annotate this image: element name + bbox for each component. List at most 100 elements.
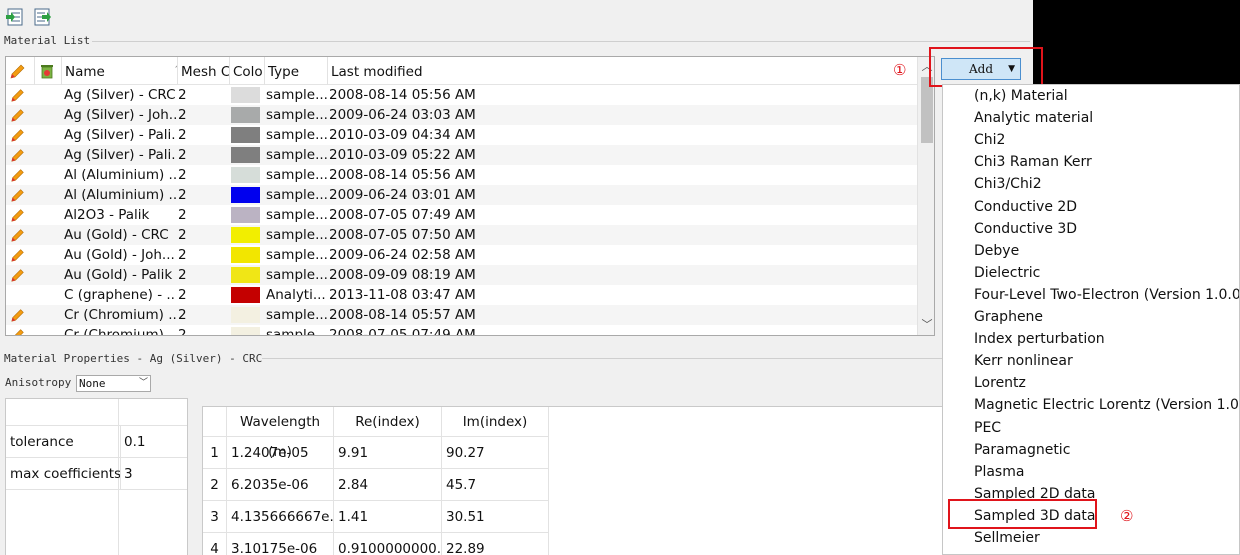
edit-material-icon[interactable] — [10, 127, 26, 143]
material-table[interactable]: Name ^ Mesh C Colo Type Last modified Ag… — [5, 56, 935, 336]
color-swatch[interactable] — [231, 327, 260, 335]
re-index-cell[interactable]: 9.91 — [334, 437, 442, 469]
mesh-order: 2 — [178, 187, 187, 203]
menu-item-chi3-raman-kerr[interactable]: Chi3 Raman Kerr — [974, 151, 1092, 173]
export-materials-icon[interactable] — [32, 7, 52, 27]
param-value[interactable]: 3 — [120, 458, 187, 490]
edit-material-icon[interactable] — [10, 307, 26, 323]
im-index-cell[interactable]: 45.7 — [442, 469, 549, 501]
scroll-down-icon[interactable]: ﹀ — [918, 317, 934, 333]
param-value[interactable]: 0.1 — [120, 426, 187, 458]
wavelength-cell[interactable]: 3.10175e-06 — [227, 533, 334, 555]
im-index-cell[interactable]: 90.27 — [442, 437, 549, 469]
param-row-tolerance[interactable]: tolerance 0.1 — [6, 426, 187, 458]
material-table-scrollbar[interactable]: ︿ ﹀ — [917, 57, 934, 335]
color-swatch[interactable] — [231, 247, 260, 263]
material-row[interactable]: Ag (Silver) - Pali... 2 sample... 2010-03-0… — [6, 145, 917, 165]
color-swatch[interactable] — [231, 87, 260, 103]
material-row[interactable]: Ag (Silver) - Joh... 2 sample... 2009-06-24… — [6, 105, 917, 125]
material-row[interactable]: Ag (Silver) - Pali... 2 sample... 2010-03-0… — [6, 125, 917, 145]
edit-material-icon[interactable] — [10, 187, 26, 203]
edit-material-icon[interactable] — [10, 227, 26, 243]
edit-column-header[interactable] — [6, 57, 35, 85]
menu-item-magnetic-electric-lorentz-version-1-0-0[interactable]: Magnetic Electric Lorentz (Version 1.0.0… — [974, 394, 1239, 416]
re-index-cell[interactable]: 1.41 — [334, 501, 442, 533]
color-swatch[interactable] — [231, 267, 260, 283]
wavelength-cell[interactable]: 1.2407e-05 — [227, 437, 334, 469]
menu-item-paramagnetic[interactable]: Paramagnetic — [974, 439, 1070, 461]
mesh-order: 2 — [178, 227, 187, 243]
add-material-menu: (n,k) Material Analytic material Chi2 Chi3 … — [942, 84, 1240, 555]
re-index-cell[interactable]: 0.9100000000... — [334, 533, 442, 555]
material-name: Cr (Chromium) ... — [64, 307, 176, 323]
material-row[interactable]: Al (Aluminium) ... 2 sample... 2008-08-14 0… — [6, 165, 917, 185]
color-swatch[interactable] — [231, 307, 260, 323]
anisotropy-label: Anisotropy — [5, 376, 72, 389]
menu-item-chi3-chi2[interactable]: Chi3/Chi2 — [974, 173, 1042, 195]
material-row[interactable]: Au (Gold) - Joh... 2 sample... 2009-06-24 0… — [6, 245, 917, 265]
menu-item-chi2[interactable]: Chi2 — [974, 129, 1005, 151]
column-header-name[interactable]: Name ^ — [62, 57, 178, 85]
material-row[interactable]: C (graphene) - ... 2 Analyti... 2013-11-08 … — [6, 285, 917, 305]
menu-item-graphene[interactable]: Graphene — [974, 306, 1043, 328]
material-row[interactable]: Al (Aluminium) ... 2 sample... 2009-06-24 0… — [6, 185, 917, 205]
material-type: sample... — [266, 207, 327, 223]
material-row[interactable]: Au (Gold) - CRC 2 sample... 2008-07-05 07:5… — [6, 225, 917, 245]
menu-item-dielectric[interactable]: Dielectric — [974, 262, 1040, 284]
menu-item-n-k-material[interactable]: (n,k) Material — [974, 85, 1068, 107]
menu-item-kerr-nonlinear[interactable]: Kerr nonlinear — [974, 350, 1073, 372]
material-row[interactable]: Al2O3 - Palik 2 sample... 2008-07-05 07:49 … — [6, 205, 917, 225]
edit-material-icon[interactable] — [10, 87, 26, 103]
im-index-cell[interactable]: 22.89 — [442, 533, 549, 555]
menu-item-four-level-two-electron-version-1-0-0[interactable]: Four-Level Two-Electron (Version 1.0.0) — [974, 284, 1239, 306]
edit-material-icon[interactable] — [10, 327, 26, 336]
chevron-down-icon: ﹀ — [138, 378, 148, 388]
delete-column-header[interactable] — [35, 57, 62, 85]
edit-material-icon[interactable] — [10, 247, 26, 263]
sampled-data-table[interactable]: Wavelength (m) Re(index) Im(index) 1 1.24… — [202, 406, 1030, 555]
wavelength-cell[interactable]: 4.135666667e... — [227, 501, 334, 533]
menu-item-plasma[interactable]: Plasma — [974, 461, 1024, 483]
color-swatch[interactable] — [231, 187, 260, 203]
wavelength-cell[interactable]: 6.2035e-06 — [227, 469, 334, 501]
color-swatch[interactable] — [231, 147, 260, 163]
column-header-re-index[interactable]: Re(index) — [334, 407, 442, 437]
material-type: sample... — [266, 307, 327, 323]
menu-item-analytic-material[interactable]: Analytic material — [974, 107, 1093, 129]
menu-item-debye[interactable]: Debye — [974, 240, 1019, 262]
param-row-max-coefficients[interactable]: max coefficients 3 — [6, 458, 187, 490]
anisotropy-select[interactable]: None ﹀ — [76, 375, 151, 392]
material-row[interactable]: Au (Gold) - Palik 2 sample... 2008-09-09 08… — [6, 265, 917, 285]
menu-item-sellmeier[interactable]: Sellmeier — [974, 527, 1040, 549]
color-swatch[interactable] — [231, 107, 260, 123]
menu-item-conductive-2d[interactable]: Conductive 2D — [974, 196, 1077, 218]
edit-material-icon[interactable] — [10, 207, 26, 223]
color-swatch[interactable] — [231, 127, 260, 143]
column-header-wavelength[interactable]: Wavelength (m) — [227, 407, 334, 460]
import-materials-icon[interactable] — [5, 7, 25, 27]
material-row[interactable]: Cr (Chromium) 2 sample... 2008-07-05 07:49 … — [6, 325, 917, 336]
edit-material-icon[interactable] — [10, 147, 26, 163]
material-row[interactable]: Ag (Silver) - CRC 2 sample... 2008-08-14 05… — [6, 85, 917, 105]
column-header-color[interactable]: Colo — [230, 57, 265, 85]
edit-material-icon[interactable] — [10, 107, 26, 123]
column-header-last-modified[interactable]: Last modified — [328, 57, 917, 85]
color-swatch[interactable] — [231, 207, 260, 223]
column-header-type[interactable]: Type — [265, 57, 328, 85]
color-swatch[interactable] — [231, 167, 260, 183]
menu-item-pec[interactable]: PEC — [974, 417, 1001, 439]
column-header-im-index[interactable]: Im(index) — [442, 407, 549, 437]
edit-material-icon[interactable] — [10, 167, 26, 183]
menu-item-conductive-3d[interactable]: Conductive 3D — [974, 218, 1077, 240]
column-header-mesh[interactable]: Mesh C — [178, 57, 230, 85]
re-index-cell[interactable]: 2.84 — [334, 469, 442, 501]
menu-item-index-perturbation[interactable]: Index perturbation — [974, 328, 1105, 350]
color-swatch[interactable] — [231, 227, 260, 243]
color-swatch[interactable] — [231, 287, 260, 303]
material-type: sample... — [266, 247, 327, 263]
material-row[interactable]: Cr (Chromium) ... 2 sample... 2008-08-14 05… — [6, 305, 917, 325]
im-index-cell[interactable]: 30.51 — [442, 501, 549, 533]
edit-material-icon[interactable] — [10, 267, 26, 283]
divider — [92, 41, 1030, 42]
menu-item-lorentz[interactable]: Lorentz — [974, 372, 1026, 394]
